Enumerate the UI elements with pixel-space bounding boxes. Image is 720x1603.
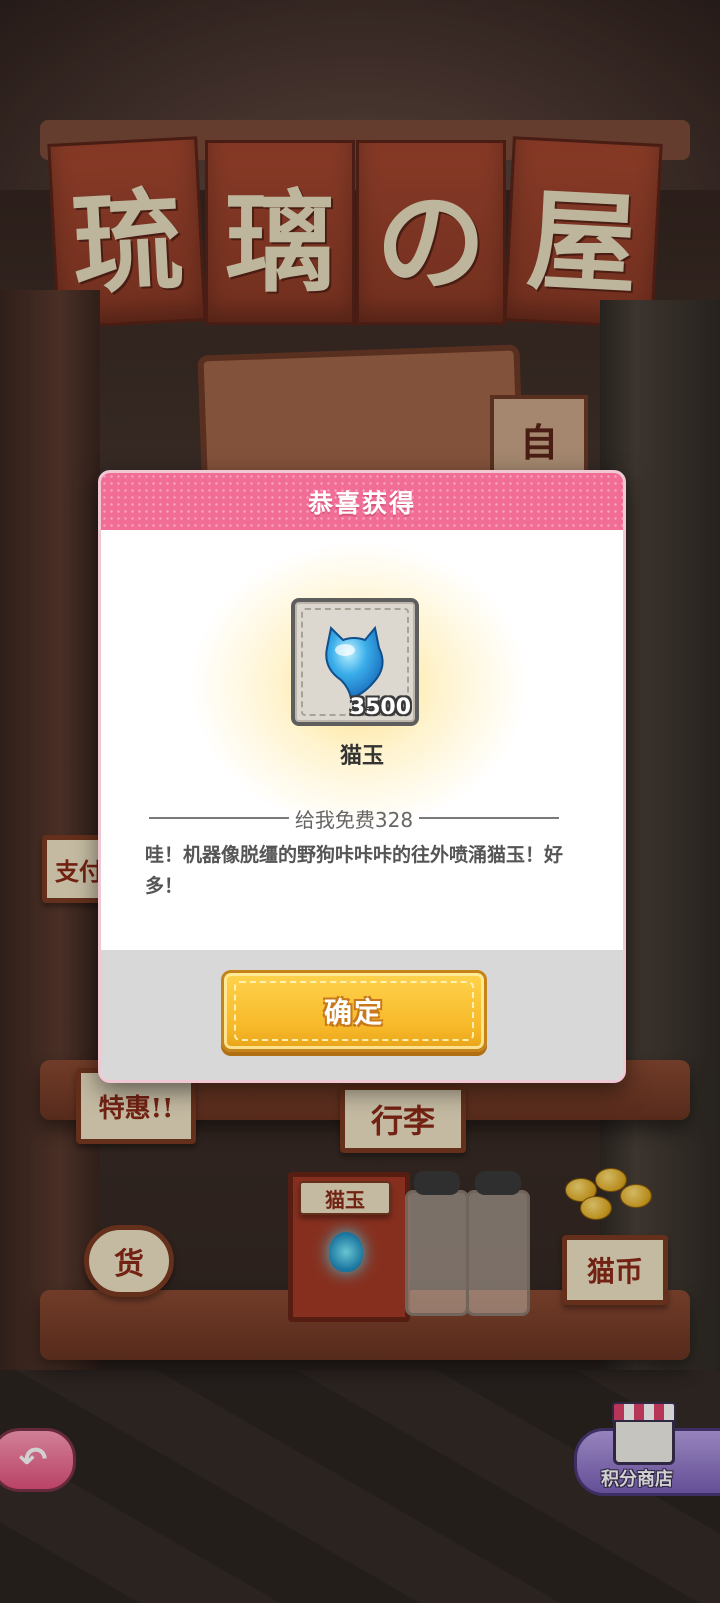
cat-jade-icon [325, 625, 384, 700]
dialog-body: 3500 猫玉 给我免费328 哇！机器像脱缰的野狗咔咔咔的往外喷涌猫玉！好多！ [101, 530, 623, 950]
reward-count: 3500 [349, 695, 411, 720]
divider-line-left [149, 817, 289, 819]
dialog-title: 恭喜获得 [307, 488, 416, 518]
confirm-button[interactable]: 确定 [221, 970, 487, 1052]
reward-dialog: 恭喜获得 3500 猫玉 给我免费328 哇！机器像脱缰的野狗咔咔咔的往外喷涌猫… [98, 470, 626, 1083]
dialog-header: 恭喜获得 [101, 473, 623, 530]
game-screen: 琉 璃 の 屋 自 🐾 支付 特惠!! 行李 货 猫玉 猫币 ↶ 积分商店 [0, 0, 720, 1603]
divider-line-right [419, 817, 559, 819]
confirm-label: 确定 [323, 996, 384, 1029]
reward-name: 猫玉 [339, 744, 384, 769]
reward-description: 哇！机器像脱缰的野狗咔咔咔的往外喷涌猫玉！好多！ [145, 844, 564, 897]
source-divider: 给我免费328 [149, 804, 559, 832]
reward-source: 给我免费328 [294, 807, 414, 832]
reward-item-slot[interactable]: 3500 [291, 598, 419, 726]
dialog-footer: 确定 [101, 950, 623, 1080]
